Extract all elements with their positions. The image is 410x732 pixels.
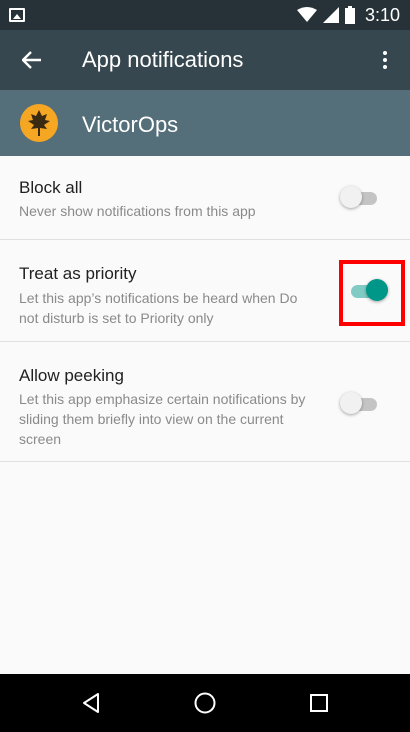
recents-square-icon xyxy=(310,694,328,712)
wifi-icon xyxy=(296,7,317,22)
status-icons: 3:10 xyxy=(296,4,400,25)
image-icon xyxy=(9,8,25,22)
more-vert-icon xyxy=(383,51,387,55)
back-triangle-icon xyxy=(83,693,99,713)
setting-title: Treat as priority xyxy=(19,264,137,283)
app-bar: App notifications xyxy=(0,30,410,90)
nav-back-button[interactable] xyxy=(76,688,106,718)
block-all-toggle[interactable] xyxy=(340,186,380,210)
navigation-bar xyxy=(0,674,410,732)
signal-icon xyxy=(322,7,339,23)
setting-subtitle: Never show notifications from this app xyxy=(19,203,256,219)
page-title: App notifications xyxy=(82,47,244,72)
status-time: 3:10 xyxy=(364,4,400,25)
highlight-box xyxy=(339,260,405,326)
allow-peeking-toggle[interactable] xyxy=(340,392,380,416)
setting-subtitle: Let this app’s notifications be heard wh… xyxy=(19,290,298,326)
setting-treat-as-priority[interactable]: Treat as priority Let this app’s notific… xyxy=(0,240,410,342)
setting-subtitle: Let this app emphasize certain notificat… xyxy=(19,391,306,447)
battery-icon xyxy=(344,6,355,24)
setting-allow-peeking[interactable]: Allow peeking Let this app emphasize cer… xyxy=(0,342,410,462)
nav-home-button[interactable] xyxy=(190,688,220,718)
status-bar: 3:10 xyxy=(0,0,410,30)
nav-recents-button[interactable] xyxy=(304,688,334,718)
app-name: VictorOps xyxy=(82,112,179,137)
arrow-back-icon xyxy=(22,51,41,69)
victorops-leaf-icon xyxy=(20,104,58,142)
back-button[interactable] xyxy=(14,42,50,78)
setting-block-all[interactable]: Block all Never show notifications from … xyxy=(0,156,410,240)
settings-list: Block all Never show notifications from … xyxy=(0,156,410,462)
setting-title: Allow peeking xyxy=(19,366,124,385)
app-header: VictorOps xyxy=(0,90,410,156)
more-options-button[interactable] xyxy=(370,42,400,78)
setting-title: Block all xyxy=(19,178,83,197)
home-circle-icon xyxy=(194,692,216,714)
